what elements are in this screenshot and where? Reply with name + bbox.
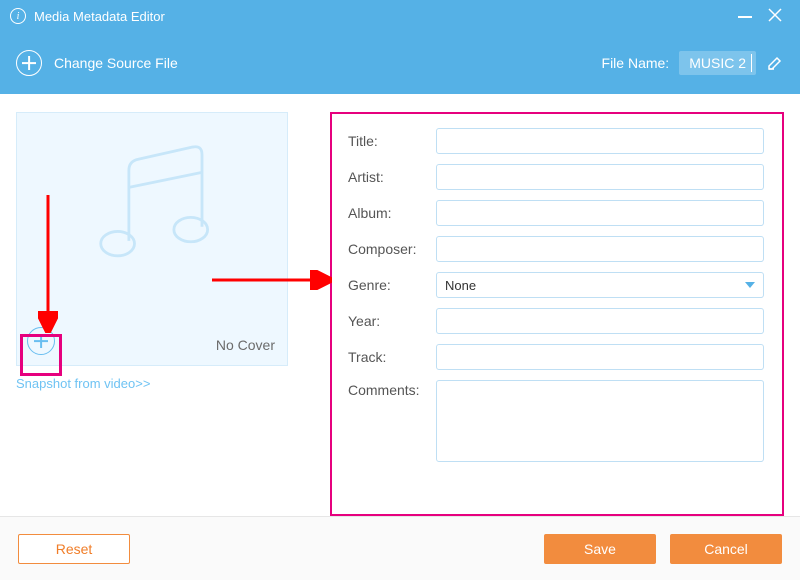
toolbar: Change Source File File Name: MUSIC 2 [0, 32, 800, 94]
window-title: Media Metadata Editor [34, 9, 165, 24]
info-icon: i [10, 8, 26, 24]
genre-label: Genre: [348, 277, 436, 293]
genre-value: None [445, 278, 476, 293]
comments-label: Comments: [348, 380, 436, 398]
cover-panel: No Cover Snapshot from video>> [16, 112, 296, 516]
track-input[interactable] [436, 344, 764, 370]
composer-label: Composer: [348, 241, 436, 257]
year-label: Year: [348, 313, 436, 329]
snapshot-from-video-link[interactable]: Snapshot from video>> [16, 376, 296, 391]
artist-label: Artist: [348, 169, 436, 185]
edit-filename-icon[interactable] [766, 54, 784, 72]
track-label: Track: [348, 349, 436, 365]
change-source-label[interactable]: Change Source File [54, 55, 178, 71]
save-button[interactable]: Save [544, 534, 656, 564]
year-input[interactable] [436, 308, 764, 334]
filename-label: File Name: [602, 55, 670, 71]
titlebar: i Media Metadata Editor [0, 0, 800, 32]
music-note-icon [82, 133, 232, 283]
title-input[interactable] [436, 128, 764, 154]
add-cover-button[interactable] [27, 327, 55, 355]
close-button[interactable] [760, 8, 790, 25]
album-input[interactable] [436, 200, 764, 226]
cover-art-box: No Cover [16, 112, 288, 366]
content-area: No Cover Snapshot from video>> Title: Ar… [0, 94, 800, 516]
comments-input[interactable] [436, 380, 764, 462]
footer: Reset Save Cancel [0, 516, 800, 580]
composer-input[interactable] [436, 236, 764, 262]
genre-select[interactable]: None [436, 272, 764, 298]
album-label: Album: [348, 205, 436, 221]
minimize-button[interactable] [730, 9, 760, 24]
no-cover-label: No Cover [216, 337, 275, 353]
title-label: Title: [348, 133, 436, 149]
metadata-form: Title: Artist: Album: Composer: Genre: N… [330, 112, 784, 516]
change-source-icon[interactable] [16, 50, 42, 76]
dropdown-caret-icon [745, 282, 755, 288]
artist-input[interactable] [436, 164, 764, 190]
filename-value[interactable]: MUSIC 2 [679, 51, 756, 75]
cancel-button[interactable]: Cancel [670, 534, 782, 564]
reset-button[interactable]: Reset [18, 534, 130, 564]
